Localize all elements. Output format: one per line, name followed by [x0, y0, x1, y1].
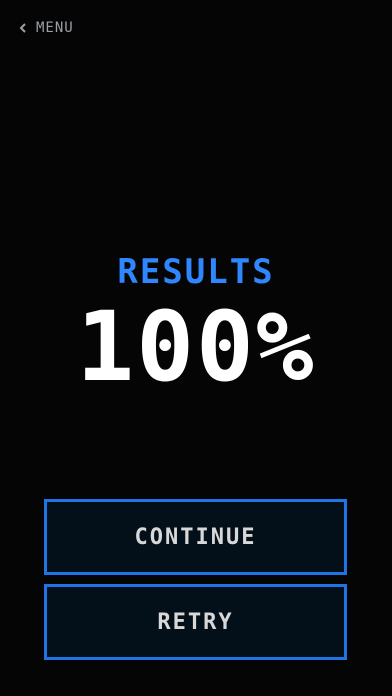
back-label: MENU: [36, 20, 74, 36]
retry-button-label: RETRY: [157, 609, 234, 635]
score-percentage: 100%: [76, 291, 316, 403]
results-title: RESULTS: [117, 252, 275, 292]
back-to-menu-button[interactable]: MENU: [18, 17, 74, 39]
continue-button-label: CONTINUE: [134, 524, 257, 550]
chevron-left-icon: [19, 23, 26, 33]
retry-button[interactable]: RETRY: [44, 584, 347, 660]
continue-button[interactable]: CONTINUE: [44, 499, 347, 575]
